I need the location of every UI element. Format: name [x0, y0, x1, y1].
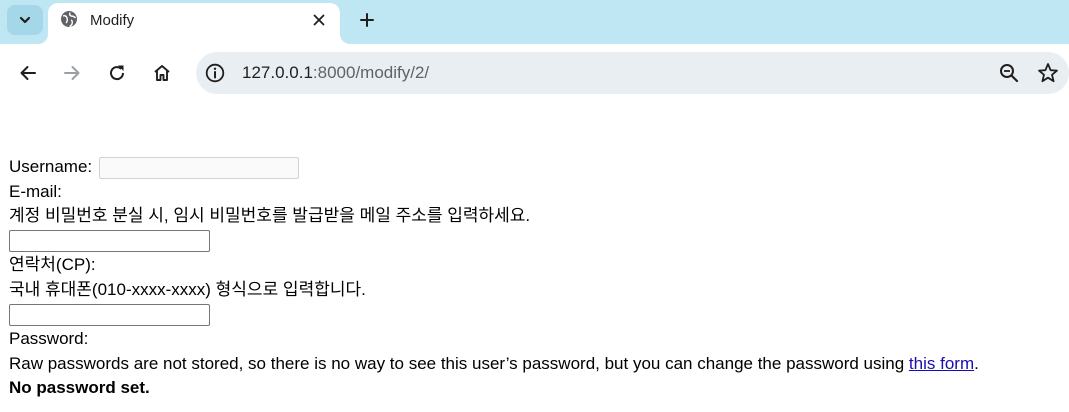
email-input[interactable]: [9, 230, 210, 253]
url-path: :8000/modify/2/: [312, 63, 430, 82]
email-label: E-mail:: [9, 181, 62, 201]
arrow-left-icon: [20, 66, 36, 80]
username-input[interactable]: [98, 156, 299, 179]
home-button[interactable]: [148, 59, 176, 87]
tab-search-button[interactable]: [7, 5, 43, 35]
star-icon[interactable]: [1036, 61, 1060, 85]
tab-strip: Modify: [0, 0, 1069, 44]
modify-form: Username: E-mail: 계정 비밀번호 분실 시, 임시 비밀번호를…: [9, 155, 1067, 401]
zoom-out-icon[interactable]: [997, 61, 1021, 85]
password-help: Raw passwords are not stored, so there i…: [9, 353, 909, 373]
info-icon[interactable]: [205, 63, 225, 83]
change-password-link[interactable]: this form: [909, 354, 974, 373]
phone-input[interactable]: [9, 304, 210, 327]
plus-icon: [360, 13, 374, 27]
username-label: Username:: [9, 157, 93, 176]
back-button[interactable]: [14, 59, 42, 87]
password-label: Password:: [9, 329, 89, 349]
active-tab[interactable]: Modify: [48, 3, 340, 44]
phone-help-text: 국내 휴대폰(010-xxxx-xxxx) 형식으로 입력합니다.: [9, 279, 366, 299]
password-help-text: Raw passwords are not stored, so there i…: [9, 352, 1067, 377]
password-help-end: .: [974, 353, 979, 373]
chevron-down-icon: [19, 16, 31, 24]
reload-button[interactable]: [103, 59, 131, 87]
new-tab-button[interactable]: [354, 7, 380, 33]
username-row: Username:: [9, 155, 1067, 180]
browser-toolbar: 127.0.0.1:8000/modify/2/: [0, 44, 1069, 102]
address-bar[interactable]: 127.0.0.1:8000/modify/2/: [196, 52, 1069, 94]
reload-icon: [110, 65, 125, 81]
forward-button[interactable]: [58, 59, 86, 87]
email-help-text: 계정 비밀번호 분실 시, 임시 비밀번호를 발급받을 메일 주소를 입력하세요…: [9, 206, 531, 226]
url-text[interactable]: 127.0.0.1:8000/modify/2/: [242, 63, 429, 83]
home-icon: [154, 65, 170, 81]
tab-title: Modify: [90, 12, 135, 29]
url-host: 127.0.0.1: [242, 63, 313, 82]
tab-close-button[interactable]: [308, 9, 330, 31]
email-row: [9, 229, 1067, 254]
phone-row: [9, 303, 1067, 328]
password-status: No password set.: [9, 378, 150, 398]
arrow-right-icon: [64, 66, 80, 80]
phone-label: 연락처(CP):: [9, 255, 96, 275]
close-icon: [313, 14, 325, 26]
globe-icon: [61, 11, 77, 28]
